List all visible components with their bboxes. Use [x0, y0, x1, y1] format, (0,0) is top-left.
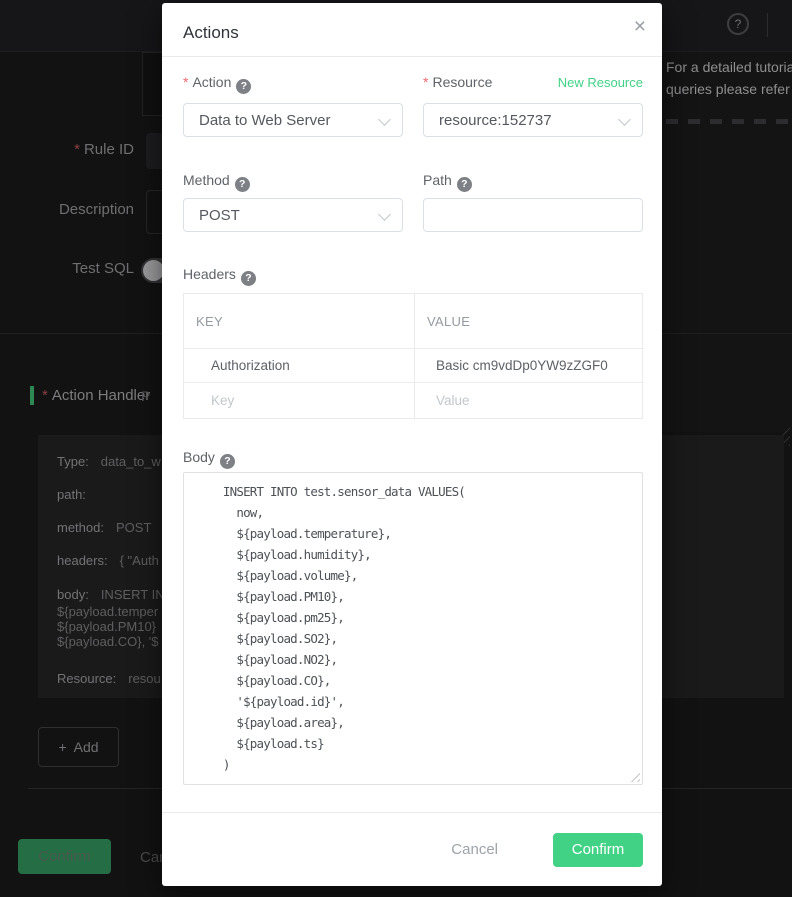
modal-footer: Cancel Confirm [162, 812, 662, 886]
cancel-button[interactable]: Cancel [445, 840, 504, 859]
chevron-down-icon [618, 113, 631, 126]
required-mark: * [42, 387, 48, 404]
headers-label: Headers? [183, 266, 256, 284]
skeleton-dashes [666, 119, 792, 124]
header-value-input[interactable] [415, 357, 644, 374]
body-label: Body? [183, 449, 235, 467]
plus-icon: + [58, 739, 66, 755]
action-handler-hint: P [141, 388, 150, 404]
summary-body: body:INSERT IN [57, 587, 165, 602]
required-mark: * [74, 141, 80, 158]
method-select-value: POST [199, 207, 240, 224]
tutorial-line-2: queries please refer to [666, 78, 792, 100]
header-new-value-input[interactable] [415, 392, 644, 409]
header-divider [767, 13, 768, 37]
required-mark: * [183, 74, 188, 90]
tutorial-line-1: For a detailed tutorial [666, 56, 792, 78]
help-icon[interactable]: ? [236, 79, 251, 94]
help-panel [662, 52, 792, 432]
header-key-input[interactable] [184, 357, 414, 374]
summary-path: path: [57, 487, 98, 502]
description-label: Description [0, 201, 134, 218]
rule-id-label: *Rule ID [0, 141, 134, 158]
action-label: *Action? [183, 74, 251, 92]
confirm-button[interactable]: Confirm [553, 833, 643, 867]
headers-table: KEY VALUE [183, 293, 643, 419]
modal-header-divider [162, 56, 662, 57]
toggle-knob-icon [143, 260, 164, 281]
actions-modal: Actions × *Action? *Resource New Resourc… [162, 3, 662, 886]
headers-value-column: VALUE [414, 294, 644, 349]
test-sql-label: Test SQL [0, 260, 134, 277]
method-label: Method? [183, 172, 250, 190]
resource-select[interactable]: resource:152737 [423, 103, 643, 137]
tutorial-text: For a detailed tutorial queries please r… [666, 56, 792, 100]
screen: ? For a detailed tutorial queries please… [0, 0, 792, 897]
help-icon[interactable]: ? [235, 177, 250, 192]
summary-method: method:POST [57, 520, 151, 535]
summary-body-line: ${payload.PM10} [57, 619, 156, 634]
chevron-down-icon [378, 208, 391, 221]
action-handler-label: *Action Handler [42, 387, 150, 404]
required-mark: * [423, 74, 428, 90]
add-action-button[interactable]: +Add [38, 727, 119, 767]
summary-type: Type:data_to_w [57, 454, 161, 469]
new-resource-link[interactable]: New Resource [558, 75, 643, 90]
summary-resource: Resource:resou [57, 671, 161, 686]
header-new-value-cell[interactable] [414, 383, 644, 418]
header-new-key-input[interactable] [184, 392, 414, 409]
help-icon[interactable]: ? [241, 271, 256, 286]
summary-body-line: ${payload.CO}, '$ [57, 634, 159, 649]
help-icon[interactable]: ? [220, 454, 235, 469]
header-new-key-cell[interactable] [184, 383, 414, 418]
headers-key-column: KEY [184, 294, 414, 349]
chevron-down-icon [378, 113, 391, 126]
page-confirm-button[interactable]: Confirm [18, 839, 111, 874]
action-select-value: Data to Web Server [199, 112, 330, 129]
path-input[interactable] [423, 198, 643, 232]
close-icon[interactable]: × [634, 16, 646, 37]
summary-headers: headers:{ "Auth [57, 553, 159, 568]
path-label: Path? [423, 172, 472, 190]
resource-select-value: resource:152737 [439, 112, 552, 129]
method-select[interactable]: POST [183, 198, 403, 232]
body-textarea[interactable]: INSERT INTO test.sensor_data VALUES( now… [183, 472, 643, 785]
header-row-key-cell[interactable] [184, 349, 414, 383]
summary-body-line: ${payload.temper [57, 604, 158, 619]
action-select[interactable]: Data to Web Server [183, 103, 403, 137]
help-icon[interactable]: ? [727, 13, 749, 35]
header-row-value-cell[interactable] [414, 349, 644, 383]
modal-title: Actions [183, 23, 239, 43]
resource-label: *Resource [423, 74, 492, 90]
help-icon[interactable]: ? [457, 177, 472, 192]
section-accent-bar [30, 386, 34, 405]
